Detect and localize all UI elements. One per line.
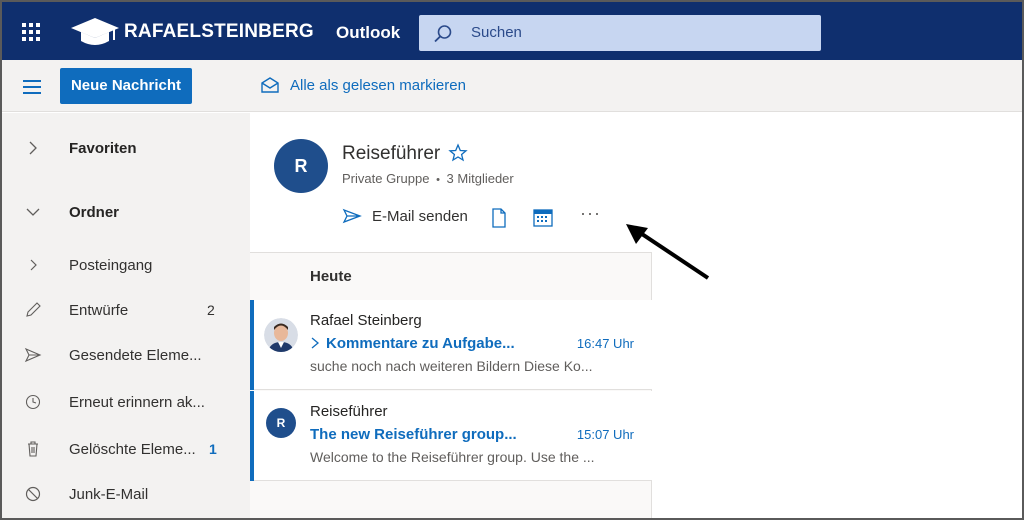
send-email-label: E-Mail senden bbox=[372, 207, 468, 225]
mark-all-read-label: Alle als gelesen markieren bbox=[290, 76, 466, 94]
group-header-card: R Reiseführer Private Gruppe • 3 Mitglie… bbox=[250, 113, 652, 253]
top-header-bar: RAFAELSTEINBERG Outlook Suchen bbox=[2, 2, 1022, 60]
sidebar-item-deleted[interactable]: Gelöschte Eleme... 1 bbox=[2, 432, 250, 468]
sidebar-item-label: Ordner bbox=[69, 204, 120, 221]
folder-sidebar: Favoriten Ordner Posteingang Entwürfe 2 … bbox=[2, 113, 250, 518]
message-item[interactable]: Rafael Steinberg Kommentare zu Aufgabe..… bbox=[250, 300, 652, 390]
blocked-icon bbox=[25, 486, 41, 502]
message-time: 15:07 Uhr bbox=[576, 427, 634, 442]
sidebar-item-drafts[interactable]: Entwürfe 2 bbox=[2, 293, 250, 329]
message-subject: The new Reiseführer group... bbox=[310, 426, 517, 443]
chevron-down-icon bbox=[26, 208, 40, 216]
sidebar-item-label: Favoriten bbox=[69, 140, 137, 157]
trash-icon bbox=[28, 441, 38, 457]
group-info-separator: • bbox=[436, 174, 440, 186]
sidebar-item-label: Gelöschte Eleme... bbox=[69, 441, 196, 458]
message-item[interactable]: R Reiseführer The new Reiseführer group.… bbox=[250, 391, 652, 481]
group-name[interactable]: Reiseführer bbox=[342, 143, 440, 165]
outlook-window: RAFAELSTEINBERG Outlook Suchen Neue Nach… bbox=[0, 0, 1024, 520]
sidebar-item-label: Entwürfe bbox=[69, 302, 129, 319]
sidebar-item-sent[interactable]: Gesendete Eleme... bbox=[2, 338, 250, 374]
command-bar: Neue Nachricht Alle als gelesen markiere… bbox=[2, 60, 1022, 112]
sidebar-item-label: Posteingang bbox=[69, 257, 153, 274]
more-options-button[interactable]: ··· bbox=[580, 203, 601, 224]
message-preview: Welcome to the Reiseführer group. Use th… bbox=[310, 449, 595, 465]
pencil-icon bbox=[26, 302, 41, 317]
graduation-cap-logo-icon bbox=[70, 16, 120, 53]
date-group-header: Heute bbox=[310, 268, 352, 285]
send-icon bbox=[342, 208, 362, 224]
group-info: Private Gruppe • 3 Mitglieder bbox=[342, 171, 514, 186]
search-box[interactable]: Suchen bbox=[419, 15, 821, 51]
sidebar-item-label: Erneut erinnern ak... bbox=[69, 394, 205, 411]
sidebar-item-inbox[interactable]: Posteingang bbox=[2, 248, 250, 284]
sidebar-item-junk[interactable]: Junk-E-Mail bbox=[2, 477, 250, 513]
search-icon bbox=[434, 25, 452, 43]
send-email-button[interactable]: E-Mail senden bbox=[342, 207, 468, 225]
search-input[interactable]: Suchen bbox=[471, 24, 522, 41]
send-icon bbox=[24, 347, 42, 363]
star-icon[interactable] bbox=[448, 143, 468, 163]
deleted-count-badge: 1 bbox=[209, 441, 217, 457]
avatar bbox=[264, 318, 298, 352]
sidebar-item-label: Gesendete Eleme... bbox=[69, 347, 202, 364]
mark-all-read-button[interactable]: Alle als gelesen markieren bbox=[260, 76, 466, 94]
message-sender: Rafael Steinberg bbox=[310, 312, 422, 329]
group-members[interactable]: 3 Mitglieder bbox=[447, 171, 514, 186]
group-type: Private Gruppe bbox=[342, 171, 430, 186]
sidebar-item-folders[interactable]: Ordner bbox=[2, 195, 250, 231]
avatar: R bbox=[266, 408, 296, 438]
app-name[interactable]: Outlook bbox=[336, 23, 400, 43]
clock-icon bbox=[25, 394, 41, 410]
chevron-right-icon bbox=[30, 259, 37, 271]
brand-name[interactable]: RAFAELSTEINBERG bbox=[124, 21, 314, 43]
message-sender: Reiseführer bbox=[310, 403, 388, 420]
chevron-right-icon[interactable] bbox=[310, 337, 320, 349]
annotation-arrow-icon bbox=[626, 224, 710, 280]
message-subject: Kommentare zu Aufgabe... bbox=[310, 335, 515, 352]
envelope-open-icon bbox=[261, 77, 279, 93]
unread-indicator bbox=[250, 300, 254, 390]
group-avatar[interactable]: R bbox=[274, 139, 328, 193]
unread-indicator bbox=[250, 391, 254, 481]
calendar-icon[interactable] bbox=[532, 207, 554, 229]
file-icon[interactable] bbox=[490, 207, 508, 229]
sidebar-item-label: Junk-E-Mail bbox=[69, 486, 149, 503]
app-launcher-icon[interactable] bbox=[22, 23, 40, 41]
drafts-count-badge: 2 bbox=[207, 302, 215, 318]
new-message-button[interactable]: Neue Nachricht bbox=[60, 68, 192, 104]
sidebar-item-favorites[interactable]: Favoriten bbox=[2, 131, 250, 167]
message-time: 16:47 Uhr bbox=[576, 336, 634, 351]
menu-icon[interactable] bbox=[23, 80, 41, 94]
message-list-pane: R Reiseführer Private Gruppe • 3 Mitglie… bbox=[250, 113, 652, 518]
message-preview: suche noch nach weiteren Bildern Diese K… bbox=[310, 358, 593, 374]
message-subject-text: Kommentare zu Aufgabe... bbox=[326, 335, 515, 352]
chevron-right-icon bbox=[29, 141, 37, 155]
sidebar-item-snoozed[interactable]: Erneut erinnern ak... bbox=[2, 385, 250, 421]
